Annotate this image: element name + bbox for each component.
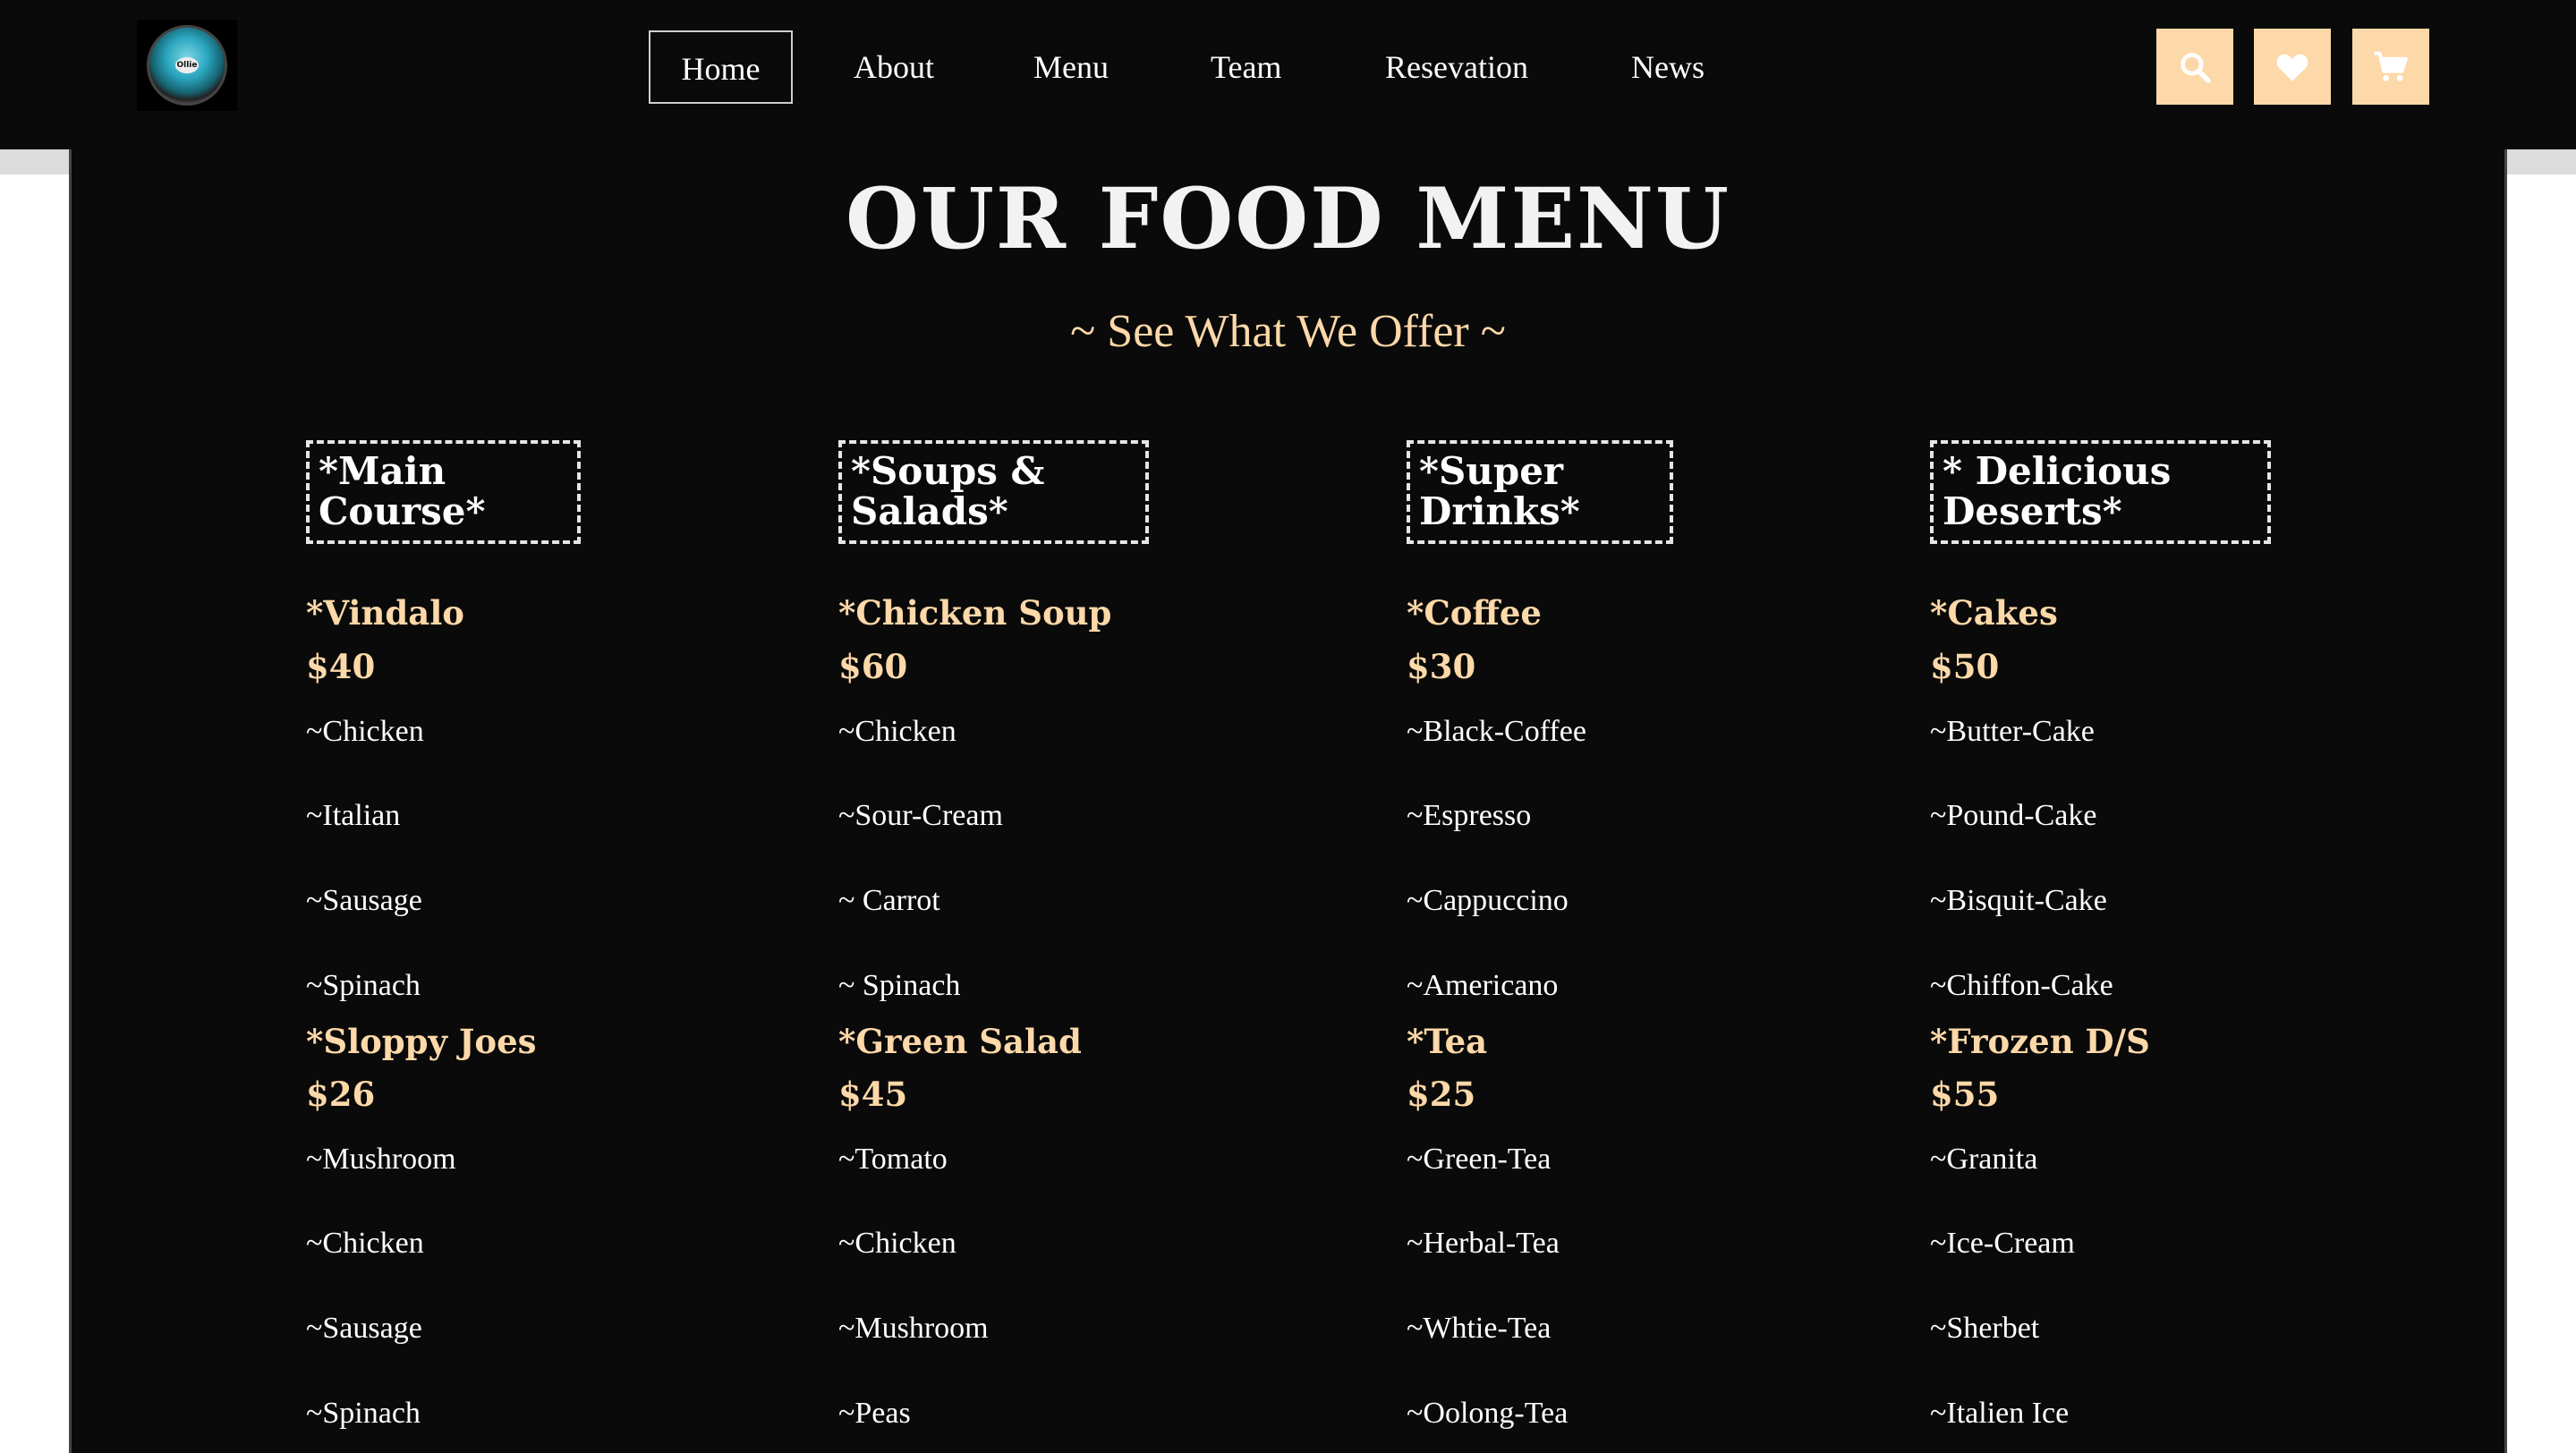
ingredient: ~Mushroom <box>306 1143 456 1176</box>
favorites-button[interactable] <box>2254 29 2331 105</box>
ingredient: ~Herbal-Tea <box>1407 1227 1560 1260</box>
menu-item-name: *Vindalo <box>306 593 464 633</box>
ingredient: ~Bisquit-Cake <box>1930 884 2107 917</box>
ingredient: ~Sausage <box>306 884 422 917</box>
category-title-line: *Soups & <box>851 449 1045 493</box>
ingredient: ~Spinach <box>306 1397 421 1430</box>
ingredient: ~Italien Ice <box>1930 1397 2070 1430</box>
menu-item-price: $45 <box>838 1075 908 1114</box>
ingredient: ~Peas <box>838 1397 911 1430</box>
top-navbar: Ollie Home About Menu Team Resevation Ne… <box>0 0 2576 149</box>
menu-item-price: $60 <box>838 647 908 686</box>
menu-item-name: *Coffee <box>1407 593 1542 633</box>
menu-item-name: *Frozen D/S <box>1930 1022 2150 1061</box>
ingredient: ~Chiffon-Cake <box>1930 969 2113 1002</box>
menu-item-name: *Sloppy Joes <box>306 1022 537 1061</box>
site-logo[interactable]: Ollie <box>137 20 237 111</box>
menu-item-price: $25 <box>1407 1075 1476 1114</box>
category-title-line: Deserts* <box>1943 489 2122 533</box>
ingredient: ~Espresso <box>1407 799 1532 832</box>
page-subtitle: ~ See What We Offer ~ <box>1070 306 1506 357</box>
ingredient: ~Cappuccino <box>1407 884 1569 917</box>
category-title-line: Course* <box>319 489 486 533</box>
cart-icon <box>2374 51 2408 81</box>
ingredient: ~Chicken <box>306 715 424 748</box>
ingredient: ~Sour-Cream <box>838 799 1003 832</box>
ingredient: ~Mushroom <box>838 1312 989 1345</box>
nav-reservation[interactable]: Resevation <box>1385 30 1528 104</box>
category-title-line: * Delicious <box>1943 449 2172 493</box>
nav-about[interactable]: About <box>854 30 934 104</box>
search-icon <box>2181 52 2211 83</box>
ingredient: ~Tomato <box>838 1143 948 1176</box>
menu-item-name: *Cakes <box>1930 593 2058 633</box>
search-button[interactable] <box>2156 29 2233 105</box>
ingredient: ~ Carrot <box>838 884 940 917</box>
nav-home[interactable]: Home <box>649 30 793 104</box>
ingredient: ~ Spinach <box>838 969 961 1002</box>
menu-item-name: *Green Salad <box>838 1022 1082 1061</box>
nav-news[interactable]: News <box>1631 30 1705 104</box>
nav-team[interactable]: Team <box>1211 30 1281 104</box>
category-title-line: *Main <box>319 449 446 493</box>
logo-emblem: Ollie <box>147 25 227 106</box>
nav-menu[interactable]: Menu <box>1033 30 1109 104</box>
ingredient: ~Sherbet <box>1930 1312 2040 1345</box>
menu-item-price: $55 <box>1930 1075 2000 1114</box>
ingredient: ~Green-Tea <box>1407 1143 1552 1176</box>
cart-button[interactable] <box>2352 29 2429 105</box>
menu-item-name: *Tea <box>1407 1022 1488 1061</box>
category-title-line: Drinks* <box>1419 489 1580 533</box>
menu-item-price: $30 <box>1407 647 1476 686</box>
ingredient: ~Sausage <box>306 1312 422 1345</box>
category-super-drinks: *Super Drinks* <box>1407 440 1673 544</box>
category-main-course: *Main Course* <box>306 440 581 544</box>
ingredient: ~Spinach <box>306 969 421 1002</box>
page-title: OUR FOOD MENU <box>845 170 1731 268</box>
ingredient: ~Italian <box>306 799 401 832</box>
logo-text: Ollie <box>175 57 199 73</box>
ingredient: ~Chicken <box>838 715 956 748</box>
ingredient: ~Ice-Cream <box>1930 1227 2075 1260</box>
ingredient: ~Americano <box>1407 969 1559 1002</box>
category-soups-salads: *Soups & Salads* <box>838 440 1149 544</box>
menu-item-price: $50 <box>1930 647 2000 686</box>
ingredient: ~Black-Coffee <box>1407 715 1586 748</box>
menu-item-name: *Chicken Soup <box>838 593 1112 633</box>
category-delicious-deserts: * Delicious Deserts* <box>1930 440 2271 544</box>
menu-item-price: $26 <box>306 1075 376 1114</box>
menu-item-price: $40 <box>306 647 376 686</box>
ingredient: ~Granita <box>1930 1143 2038 1176</box>
ingredient: ~Pound-Cake <box>1930 799 2097 832</box>
ingredient: ~Chicken <box>838 1227 956 1260</box>
ingredient: ~Butter-Cake <box>1930 715 2095 748</box>
ingredient: ~Chicken <box>306 1227 424 1260</box>
ingredient: ~Oolong-Tea <box>1407 1397 1569 1430</box>
category-title-line: *Super <box>1419 449 1564 493</box>
category-title-line: Salads* <box>851 489 1008 533</box>
heart-icon <box>2276 54 2308 81</box>
ingredient: ~Whtie-Tea <box>1407 1312 1552 1345</box>
